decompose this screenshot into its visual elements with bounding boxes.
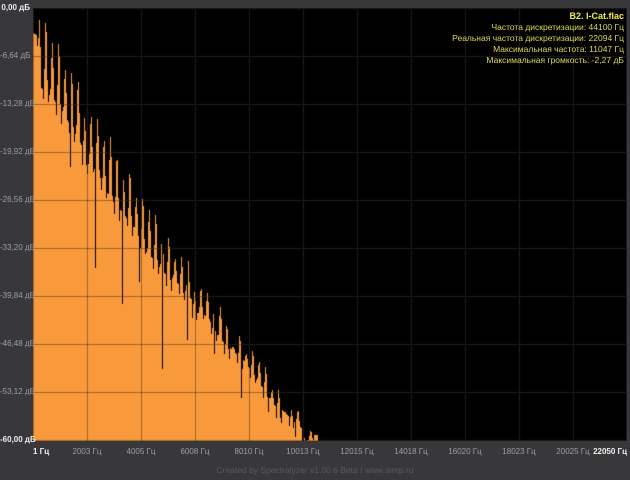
y-tick-label: -53,12 дБ xyxy=(0,387,30,397)
footer-credit: Created by Spectralyzer v1.00.6 Beta / w… xyxy=(0,465,630,475)
x-tick-label: 12015 Гц xyxy=(330,447,384,457)
x-tick-label: 4005 Гц xyxy=(114,447,168,457)
y-tick-label: -46,48 дБ xyxy=(0,339,30,349)
x-tick-label: 16020 Гц xyxy=(438,447,492,457)
y-tick-label: -6,64 дБ xyxy=(0,51,30,61)
y-tick-label: 0,00 дБ xyxy=(0,3,30,13)
x-tick-label: 6008 Гц xyxy=(168,447,222,457)
file-info-line: Частота дискретизации: 44100 Гц xyxy=(452,22,624,33)
file-info-lines: Частота дискретизации: 44100 ГцРеальная … xyxy=(452,22,624,66)
file-info-line: Реальная частота дискретизации: 22094 Гц xyxy=(452,33,624,44)
file-info-line: Максимальная громкость: -2,27 дБ xyxy=(452,55,624,66)
file-info-line: Максимальная частота: 11047 Гц xyxy=(452,44,624,55)
file-title: B2. I-Cat.flac xyxy=(452,10,624,22)
y-tick-label: -39,84 дБ xyxy=(0,291,30,301)
y-tick-label: -33,20 дБ xyxy=(0,243,30,253)
spectralyzer-window: { "window": { "bg_color": "#38383A", "fo… xyxy=(0,0,630,480)
x-tick-label: 8010 Гц xyxy=(222,447,276,457)
y-tick-label: -60,00 дБ xyxy=(0,435,30,445)
spectrum-plot-area: B2. I-Cat.flac Частота дискретизации: 44… xyxy=(33,8,627,441)
file-info-panel: B2. I-Cat.flac Частота дискретизации: 44… xyxy=(452,10,624,66)
y-tick-label: -13,28 дБ xyxy=(0,99,30,109)
x-tick-label: 18023 Гц xyxy=(492,447,546,457)
spectrum-canvas xyxy=(33,8,627,441)
x-tick-label: 10013 Гц xyxy=(276,447,330,457)
y-tick-label: -26,56 дБ xyxy=(0,195,30,205)
x-tick-label: 22050 Гц xyxy=(557,447,627,457)
y-tick-label: -19,92 дБ xyxy=(0,147,30,157)
x-tick-label: 14018 Гц xyxy=(384,447,438,457)
x-tick-label: 2003 Гц xyxy=(60,447,114,457)
